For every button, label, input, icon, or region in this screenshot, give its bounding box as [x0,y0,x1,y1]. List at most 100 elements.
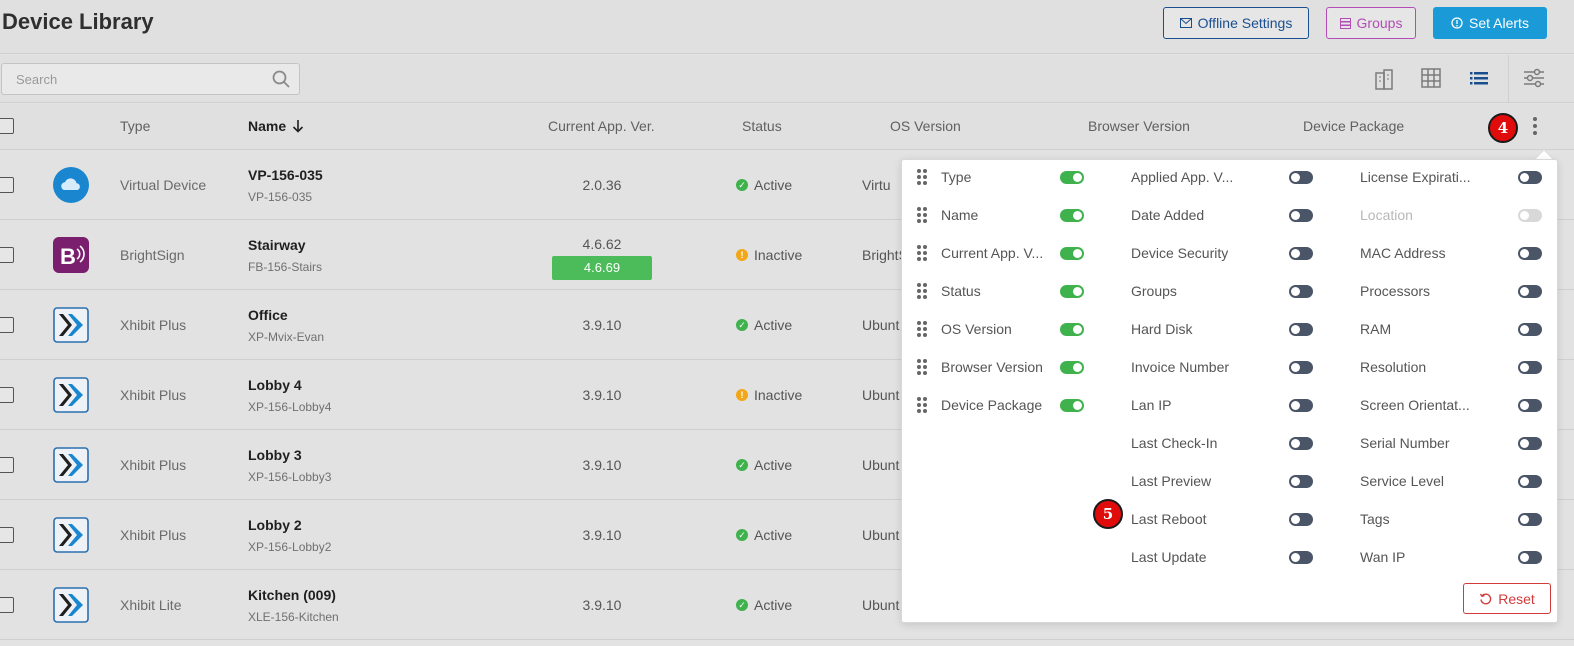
row-checkbox[interactable] [0,177,14,193]
column-toggle-switch[interactable] [1518,513,1542,526]
column-toggle-switch[interactable] [1289,171,1313,184]
row-checkbox[interactable] [0,387,14,403]
column-toggle-switch[interactable] [1060,323,1084,336]
drag-handle-icon[interactable] [917,283,927,299]
column-option-label: Device Package [941,397,1043,413]
offline-settings-button[interactable]: Offline Settings [1163,7,1309,39]
column-toggle-switch[interactable] [1289,513,1313,526]
row-checkbox[interactable] [0,247,14,263]
device-name[interactable]: Stairway [248,237,306,253]
column-toggle-switch[interactable] [1518,247,1542,260]
device-type: Xhibit Plus [120,457,187,473]
device-name[interactable]: VP-156-035 [248,167,323,183]
cloud-icon [53,167,89,203]
row-checkbox[interactable] [0,457,14,473]
column-toggle-switch[interactable] [1060,399,1084,412]
drag-handle-icon[interactable] [917,397,927,413]
building-view-icon[interactable] [1373,68,1395,90]
filter-sliders-icon[interactable] [1523,68,1545,88]
column-toggle-switch[interactable] [1518,361,1542,374]
column-header-name[interactable]: Name [248,118,304,134]
column-toggle-switch[interactable] [1289,475,1313,488]
column-option-label: Lan IP [1131,397,1172,413]
select-all-checkbox[interactable] [0,118,14,134]
header-bar: Device Library Offline Settings Groups S… [0,0,1574,54]
column-toggle-switch[interactable] [1060,209,1084,222]
search-input[interactable] [2,64,262,94]
column-toggle-switch[interactable] [1289,361,1313,374]
reset-button[interactable]: Reset [1463,583,1551,614]
device-id: VP-156-035 [248,190,313,204]
set-alerts-button[interactable]: Set Alerts [1433,7,1547,39]
step-badge-5: 5 [1093,499,1123,529]
reset-icon [1480,593,1492,605]
device-type: Xhibit Plus [120,387,187,403]
status-warning-icon: ! [736,389,748,401]
search-icon[interactable] [272,70,290,88]
column-option-label: Name [941,207,979,223]
os-version: BrightS [862,247,902,263]
table-header: Type Name Current App. Ver. Status OS Ve… [0,104,1574,150]
column-toggle-switch[interactable] [1289,247,1313,260]
row-checkbox[interactable] [0,317,14,333]
list-view-icon[interactable] [1469,68,1489,88]
status-label: Active [754,317,793,333]
device-name[interactable]: Lobby 2 [248,517,302,533]
offline-settings-label: Offline Settings [1197,15,1293,31]
column-toggle-switch[interactable] [1518,551,1542,564]
column-toggle-switch[interactable] [1518,399,1542,412]
column-toggle-switch[interactable] [1518,323,1542,336]
groups-icon [1339,17,1351,29]
column-toggle-switch[interactable] [1518,437,1542,450]
groups-button[interactable]: Groups [1326,7,1416,39]
app-version: 3.9.10 [582,387,622,403]
row-checkbox[interactable] [0,527,14,543]
column-toggle-switch[interactable] [1060,361,1084,374]
device-id: XP-156-Lobby4 [248,400,332,414]
column-toggle-switch[interactable] [1060,247,1084,260]
column-toggle-switch[interactable] [1289,209,1313,222]
drag-handle-icon[interactable] [917,207,927,223]
app-version-update-badge[interactable]: 4.6.69 [552,256,652,280]
grid-view-icon[interactable] [1421,68,1441,88]
column-toggle-switch[interactable] [1289,551,1313,564]
drag-handle-icon[interactable] [917,359,927,375]
column-toggle-switch[interactable] [1289,323,1313,336]
row-checkbox[interactable] [0,597,14,613]
column-header-os-version[interactable]: OS Version [890,118,961,134]
column-options-kebab-icon[interactable] [1530,115,1540,139]
column-toggle-switch [1518,209,1542,222]
status-label: Inactive [754,247,803,263]
device-name[interactable]: Office [248,307,288,323]
drag-handle-icon[interactable] [917,245,927,261]
drag-handle-icon[interactable] [917,321,927,337]
column-header-status[interactable]: Status [742,118,782,134]
column-toggle-switch[interactable] [1518,285,1542,298]
column-toggle-switch[interactable] [1289,437,1313,450]
device-name[interactable]: Lobby 3 [248,447,302,463]
column-option-label: Last Reboot [1131,511,1207,527]
column-header-current-app-ver[interactable]: Current App. Ver. [548,118,655,134]
device-type: Xhibit Plus [120,317,187,333]
column-toggle-switch[interactable] [1060,285,1084,298]
column-option-label: Browser Version [941,359,1043,375]
column-header-type[interactable]: Type [120,118,150,134]
status-check-icon: ✓ [736,599,748,611]
column-toggle-switch[interactable] [1518,171,1542,184]
device-id: XP-156-Lobby3 [248,470,332,484]
drag-handle-icon[interactable] [917,169,927,185]
column-toggle-switch[interactable] [1289,285,1313,298]
os-version: Ubunt [862,457,900,473]
column-option-label: Type [941,169,972,185]
column-toggle-switch[interactable] [1289,399,1313,412]
column-option-label: Groups [1131,283,1177,299]
column-header-device-package[interactable]: Device Package [1303,118,1404,134]
column-option-label: Current App. V... [941,245,1044,261]
column-header-browser-version[interactable]: Browser Version [1088,118,1190,134]
status-label: Active [754,597,793,613]
column-toggle-switch[interactable] [1518,475,1542,488]
device-name[interactable]: Kitchen (009) [248,587,336,603]
column-option-label: Tags [1360,511,1390,527]
column-toggle-switch[interactable] [1060,171,1084,184]
device-name[interactable]: Lobby 4 [248,377,302,393]
